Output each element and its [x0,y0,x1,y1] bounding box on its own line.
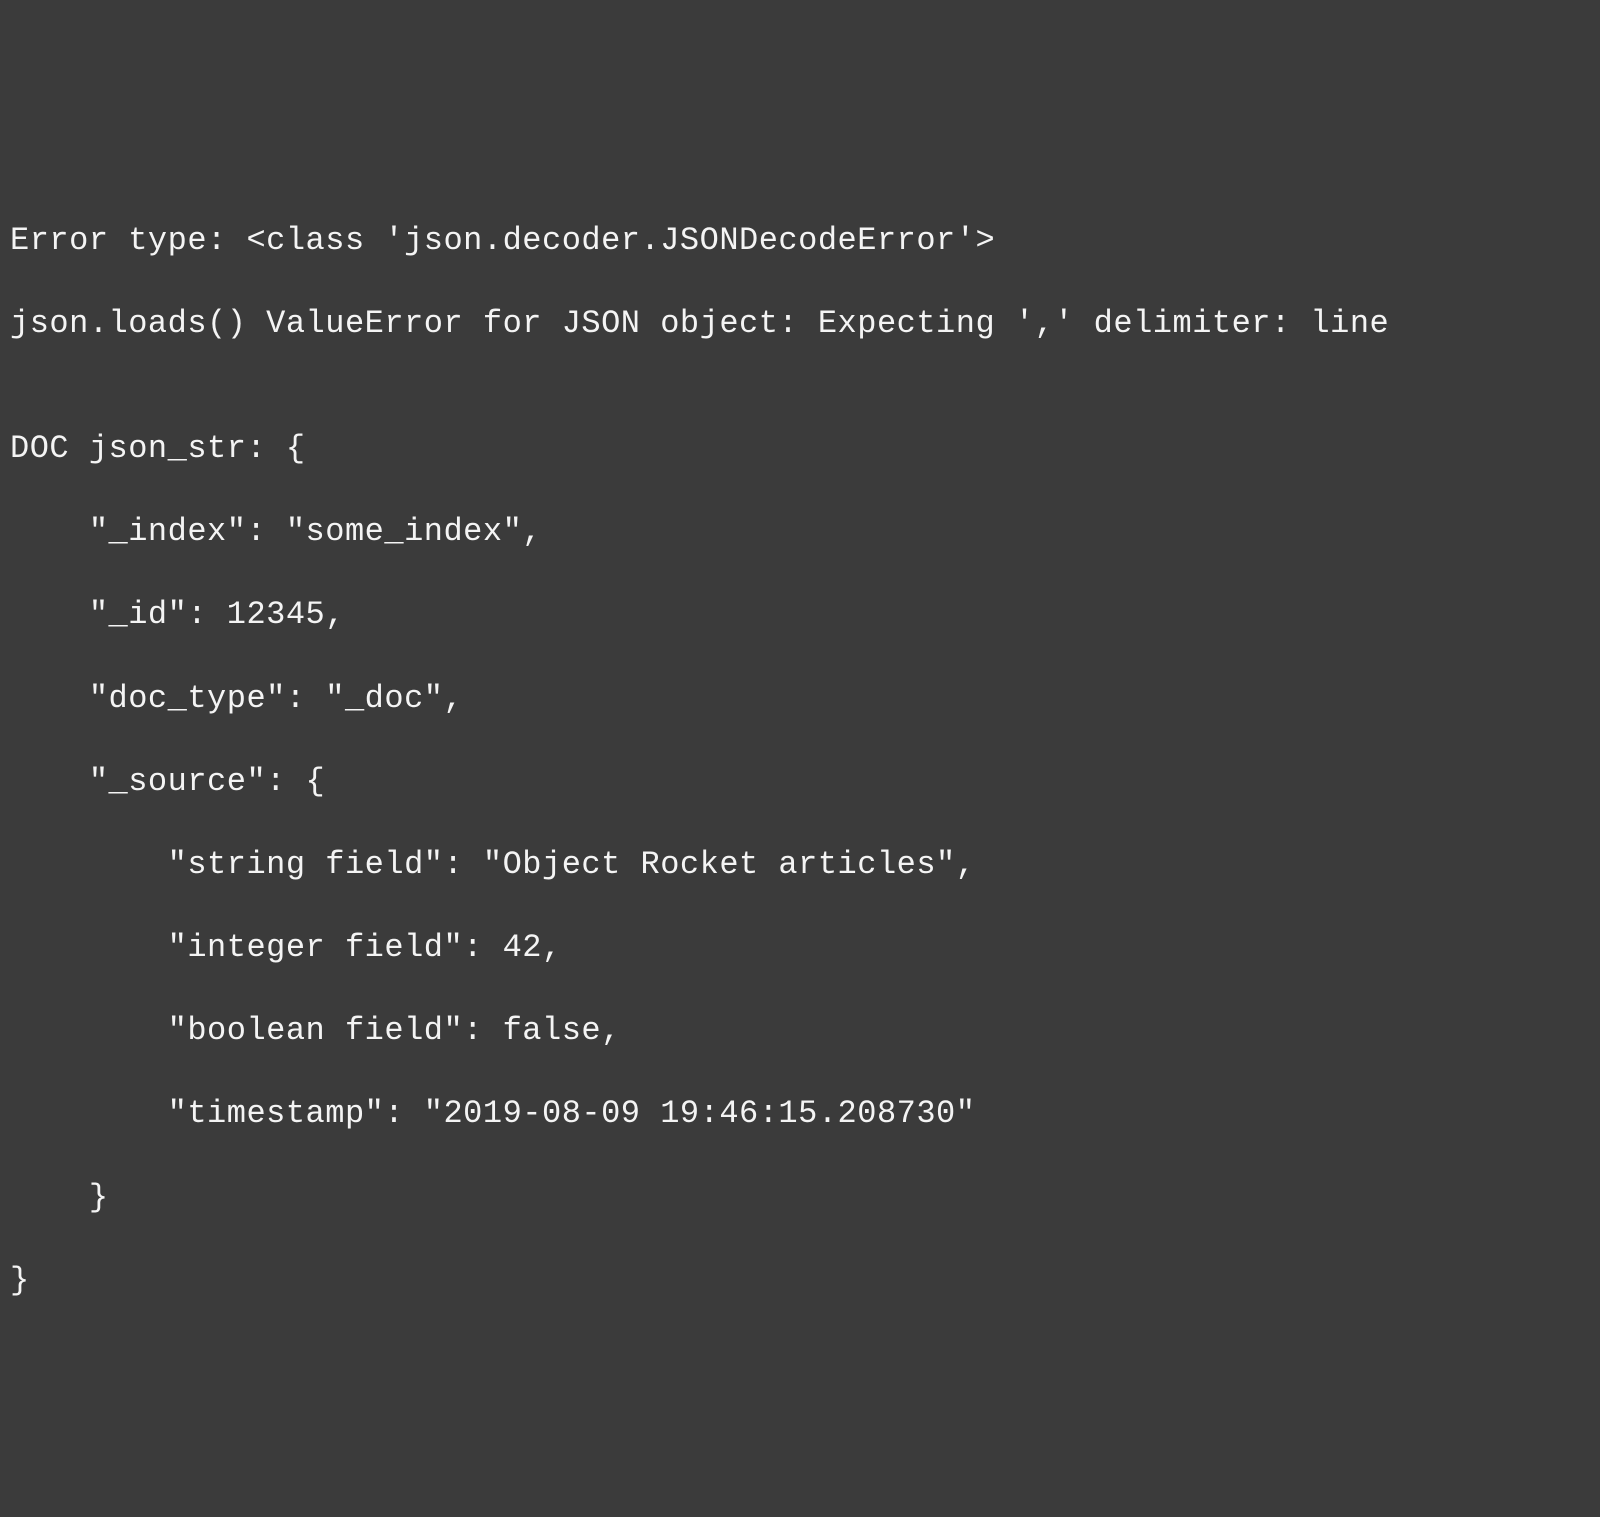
output-line: "_source": { [10,761,1590,803]
terminal-output: Error type: <class 'json.decoder.JSONDec… [10,178,1590,1309]
output-line: Error type: <class 'json.decoder.JSONDec… [10,220,1590,262]
output-line: } [10,1177,1590,1219]
output-line: "boolean field": false, [10,1010,1590,1052]
output-line: } [10,1260,1590,1302]
output-line: "integer field": 42, [10,927,1590,969]
output-line: "timestamp": "2019-08-09 19:46:15.208730… [10,1093,1590,1135]
output-line: "string field": "Object Rocket articles"… [10,844,1590,886]
output-line: "_index": "some_index", [10,511,1590,553]
output-line: DOC json_str: { [10,428,1590,470]
output-line: "_id": 12345, [10,594,1590,636]
output-line: json.loads() ValueError for JSON object:… [10,303,1590,345]
output-line: "doc_type": "_doc", [10,678,1590,720]
